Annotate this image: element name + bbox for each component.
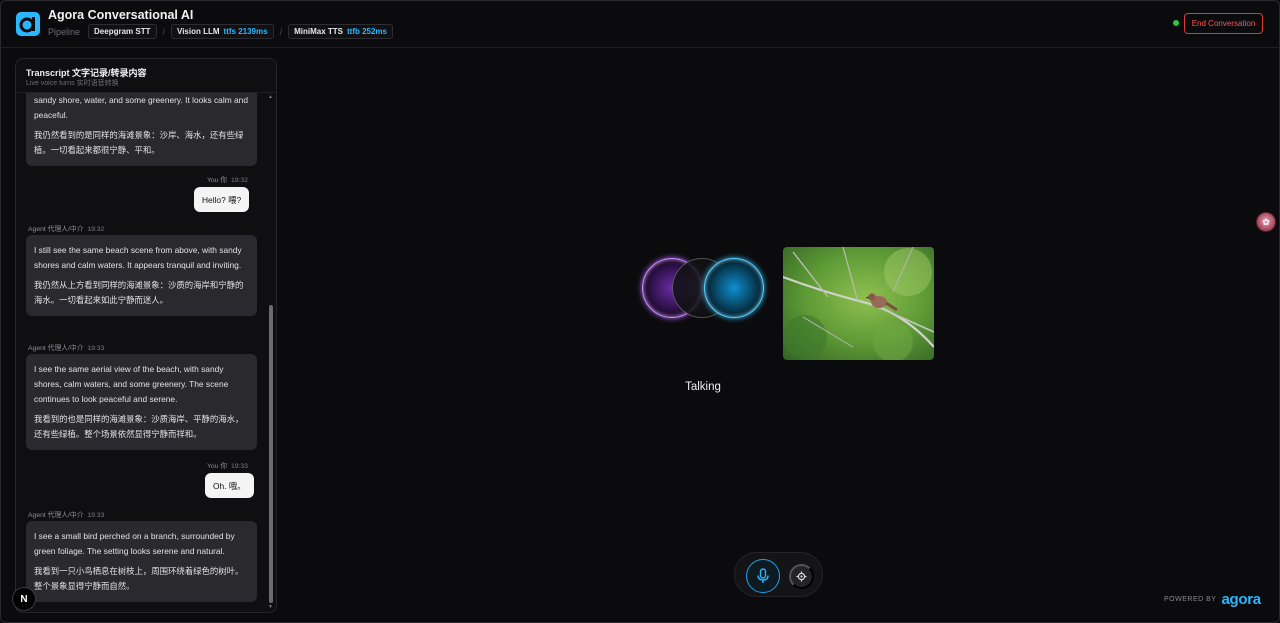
message-chinese: 我看到的也是同样的海滩景象：沙质海岸、平静的海水，还有些绿植。整个场景依然显得宁… [34, 414, 244, 439]
agent-voice-orb [704, 258, 764, 318]
voice-activity-orbs [642, 256, 767, 320]
message-chinese: 我看到一只小鸟栖息在树枝上，周围环绕着绿色的树叶。整个景象显得宁静而自然。 [34, 566, 244, 591]
dev-tools-badge[interactable]: N [12, 587, 36, 611]
connection-status-dot [1173, 20, 1179, 26]
pipeline-chip-stt: Deepgram STT [88, 24, 157, 39]
user-message-meta: You 你 19:33 [207, 460, 248, 470]
message-english: sandy shore, water, and some greenery. I… [34, 95, 248, 120]
transcript-list[interactable]: sandy shore, water, and some greenery. I… [16, 93, 276, 612]
pipeline-separator: / [279, 26, 283, 37]
chip-name: Vision LLM [177, 27, 220, 36]
pipeline-label: Pipeline [48, 26, 81, 37]
powered-by-footer: POWERED BY agora [1164, 591, 1261, 608]
gear-icon [796, 571, 807, 582]
message-english: I see the same aerial view of the beach,… [34, 364, 229, 404]
call-controls [734, 552, 823, 597]
message-chinese: 我仍然看到的是同样的海滩景象：沙岸、海水，还有些绿植。一切看起来都很宁静、平和。 [34, 130, 244, 155]
user-message-meta: You 你 19:32 [207, 174, 248, 184]
powered-by-label: POWERED BY [1164, 596, 1217, 603]
agent-message: I still see the same beach scene from ab… [26, 235, 257, 316]
message-chinese: 我仍然从上方看到同样的海滩景象：沙质的海岸和宁静的海水。一切看起来如此宁静而迷人… [34, 280, 244, 305]
pipeline-chip-llm: Vision LLM ttfs 2139ms [171, 24, 274, 39]
message-time: 19:32 [87, 226, 105, 233]
floating-avatar-icon[interactable]: ✿ [1256, 212, 1276, 232]
message-time: 19:33 [87, 345, 105, 352]
message-english: I see a small bird perched on a branch, … [34, 531, 235, 556]
agora-logo-icon [16, 12, 40, 36]
scrollbar-thumb[interactable] [269, 305, 273, 603]
sender-label: Agent 代理人/中介 [28, 345, 84, 352]
agent-message: sandy shore, water, and some greenery. I… [26, 93, 257, 166]
user-message: Oh. 哦。 [205, 473, 254, 498]
agent-message: I see a small bird perched on a branch, … [26, 521, 257, 602]
chip-metric: ttfb 252ms [346, 27, 387, 36]
agent-message-meta: Agent 代理人/中介 19:33 [28, 342, 104, 352]
transcript-subtitle: Live voice turns 实时语音转换 [26, 80, 119, 87]
message-english: I still see the same beach scene from ab… [34, 245, 242, 270]
transcript-scrollbar[interactable] [269, 99, 273, 609]
chip-metric: ttfs 2139ms [223, 27, 268, 36]
chip-name: Deepgram STT [94, 27, 151, 36]
scroll-down-arrow-icon[interactable]: ▼ [268, 604, 273, 610]
agent-message-meta: Agent 代理人/中介 19:33 [28, 509, 104, 519]
pipeline-breadcrumb: Pipeline Deepgram STT / Vision LLM ttfs … [48, 24, 393, 39]
sender-label: Agent 代理人/中介 [28, 226, 84, 233]
user-message: Hello? 喂? [194, 187, 250, 212]
camera-preview-image [783, 247, 934, 360]
chip-name: MiniMax TTS [294, 27, 343, 36]
agent-state-label: Talking [685, 381, 721, 393]
message-time: 19:33 [230, 463, 248, 470]
sender-label: Agent 代理人/中介 [28, 512, 84, 519]
sender-label: You 你 [207, 177, 228, 184]
microphone-button[interactable] [746, 559, 780, 593]
settings-button[interactable] [789, 564, 814, 589]
agent-message-meta: Agent 代理人/中介 19:32 [28, 223, 104, 233]
transcript-panel: Transcript 文字记录/转录内容 Live voice turns 实时… [15, 58, 277, 613]
agent-message: I see the same aerial view of the beach,… [26, 354, 257, 450]
app-header: Agora Conversational AI Pipeline Deepgra… [0, 0, 1280, 48]
end-conversation-button[interactable]: End Conversation [1184, 13, 1263, 34]
agora-wordmark: agora [1221, 591, 1261, 608]
transcript-header: Transcript 文字记录/转录内容 Live voice turns 实时… [16, 59, 276, 93]
message-time: 19:33 [87, 512, 105, 519]
pipeline-separator: / [162, 26, 166, 37]
app-title: Agora Conversational AI [48, 8, 194, 22]
sender-label: You 你 [207, 463, 228, 470]
microphone-icon [757, 568, 769, 583]
pipeline-chip-tts: MiniMax TTS ttfb 252ms [288, 24, 393, 39]
message-time: 19:32 [230, 177, 248, 184]
